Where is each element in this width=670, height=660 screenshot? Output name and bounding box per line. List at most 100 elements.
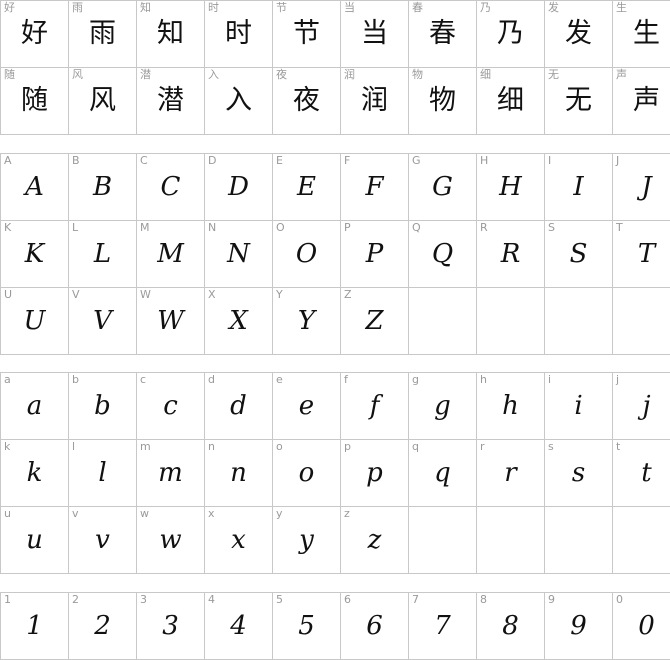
glyph-sample: O [295,239,318,269]
glyph-label: K [4,221,12,234]
glyph-sample: X [229,306,248,336]
glyph-sample: U [23,306,46,336]
glyph-sample: W [157,306,184,336]
glyph-sample: 7 [434,611,451,641]
glyph-cell: jj [612,372,670,440]
glyph-sample: B [92,172,113,202]
glyph-label: y [276,507,283,520]
glyph-cell: 00 [612,592,670,660]
glyph-cell [612,287,670,355]
glyph-cell: CC [136,153,205,221]
glyph-cell: ee [272,372,341,440]
glyph-cell: GG [408,153,477,221]
glyph-label: U [4,288,13,301]
glyph-cell: JJ [612,153,670,221]
glyph-label: 节 [276,1,287,14]
glyph-label: 时 [208,1,219,14]
glyph-grid-upper: AABBCCDDEEFFGGHHIIJJKKLLMMNNOOPPQQRRSSTT… [0,153,670,355]
glyph-cell: 生生 [612,0,670,68]
glyph-cell: vv [68,506,137,574]
glyph-cell: 99 [544,592,613,660]
glyph-sample: J [641,172,652,202]
glyph-sample: 生 [633,18,660,49]
glyph-grid-lower: aabbccddeeffgghhiijjkkllmmnnooppqqrrsstt… [0,372,670,574]
glyph-sample: 春 [429,18,456,49]
glyph-sample: 无 [565,85,592,116]
glyph-sample: I [573,172,584,202]
glyph-cell: QQ [408,220,477,288]
glyph-cell [408,287,477,355]
glyph-sample: G [432,172,453,202]
glyph-label: r [480,440,485,453]
glyph-label: h [480,373,487,386]
glyph-sample: 2 [94,611,111,641]
glyph-cell: 无无 [544,67,613,135]
glyph-sample: 风 [89,85,116,116]
glyph-row: 好好雨雨知知时时节节当当春春乃乃发发生生 [0,0,670,68]
glyph-label: 春 [412,1,423,14]
glyph-sample: c [163,391,178,421]
glyph-cell: EE [272,153,341,221]
glyph-sample: T [637,239,656,269]
glyph-cell: KK [0,220,69,288]
glyph-cell: SS [544,220,613,288]
glyph-sample: R [500,239,521,269]
glyph-cell: PP [340,220,409,288]
glyph-sample: a [26,391,43,421]
glyph-label: w [140,507,149,520]
glyph-label: 4 [208,593,215,606]
glyph-sample: 随 [21,85,48,116]
glyph-sample: 乃 [497,18,524,49]
glyph-label: l [72,440,76,453]
glyph-label: Y [276,288,283,301]
glyph-cell: gg [408,372,477,440]
glyph-sample: M [157,239,184,269]
glyph-sample: P [365,239,384,269]
glyph-cell: UU [0,287,69,355]
glyph-label: d [208,373,215,386]
glyph-cell: rr [476,439,545,507]
glyph-sample: 物 [429,85,456,116]
glyph-label: 风 [72,68,83,81]
glyph-cell: ZZ [340,287,409,355]
glyph-sample: 节 [293,18,320,49]
glyph-label: 当 [344,1,355,14]
glyph-cell: 88 [476,592,545,660]
glyph-cell: VV [68,287,137,355]
glyph-cell [544,506,613,574]
glyph-sample: 声 [633,85,660,116]
glyph-cell: 雨雨 [68,0,137,68]
glyph-cell: OO [272,220,341,288]
glyph-label: 5 [276,593,283,606]
glyph-sample: 8 [502,611,519,641]
glyph-sample: Q [431,239,454,269]
glyph-sample: 1 [26,611,43,641]
glyph-label: 发 [548,1,559,14]
glyph-label: 无 [548,68,559,81]
glyph-cell: DD [204,153,273,221]
glyph-sample: 0 [638,611,655,641]
glyph-label: 乃 [480,1,491,14]
glyph-label: 入 [208,68,219,81]
glyph-label: T [616,221,623,234]
glyph-cell: YY [272,287,341,355]
glyph-cell: mm [136,439,205,507]
glyph-cell: ll [68,439,137,507]
glyph-sample: 好 [21,18,48,49]
glyph-sample: s [571,458,586,488]
glyph-sample: Z [365,306,384,336]
glyph-label: 7 [412,593,419,606]
glyph-label: e [276,373,283,386]
glyph-sample: l [98,458,107,488]
glyph-cell: MM [136,220,205,288]
glyph-label: o [276,440,283,453]
glyph-label: v [72,507,79,520]
glyph-label: i [548,373,552,386]
glyph-cell: qq [408,439,477,507]
glyph-cell: yy [272,506,341,574]
glyph-cell: HH [476,153,545,221]
glyph-cell [612,506,670,574]
glyph-label: 2 [72,593,79,606]
glyph-cell: XX [204,287,273,355]
glyph-cell: 好好 [0,0,69,68]
